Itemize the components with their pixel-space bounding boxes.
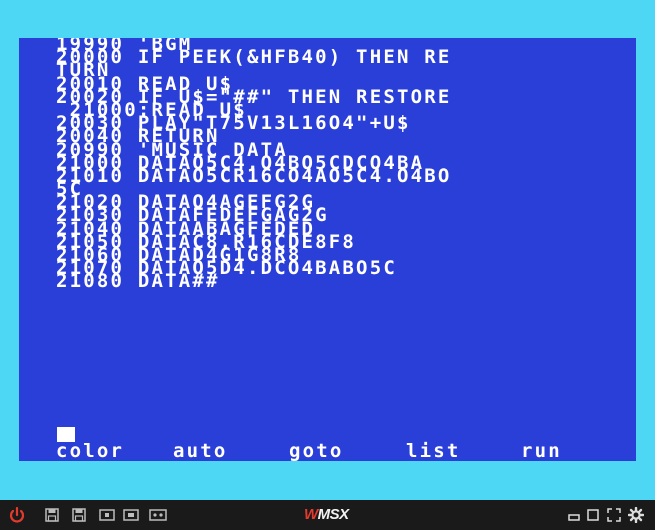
disk-drive-a-icon[interactable] <box>45 507 59 523</box>
code-line: 20000 IF PEEK(&HFB40) THEN RE <box>56 46 452 69</box>
cartridge-slot-1-icon[interactable] <box>99 507 115 523</box>
function-key-bar: color auto goto list run <box>56 441 601 461</box>
msx-screen[interactable]: 19990 'BGM 20000 IF PEEK(&HFB40) THEN RE T… <box>19 38 636 461</box>
msx-logo: WMSX <box>304 506 349 523</box>
cassette-tape-icon[interactable] <box>149 507 167 523</box>
fkey-label-f2: auto <box>173 440 228 461</box>
power-icon[interactable] <box>8 507 26 523</box>
disk-drive-b-icon[interactable] <box>72 507 86 523</box>
code-line: 21010 DATAO5CR16CO4AO5C4.O4BO <box>56 164 452 187</box>
fkey-label-f4: list <box>406 440 461 461</box>
cartridge-slot-2-icon[interactable] <box>123 507 139 523</box>
emulator-toolbar: WMSX <box>0 500 655 530</box>
basic-listing: 19990 'BGM 20000 IF PEEK(&HFB40) THEN RE T… <box>56 38 452 291</box>
fullscreen-icon[interactable] <box>607 507 621 523</box>
fkey-label-f1: color <box>56 440 125 461</box>
fkey-label-f5: run <box>521 440 562 461</box>
restore-window-icon[interactable] <box>587 507 599 523</box>
fkey-label-f3: goto <box>289 440 344 461</box>
settings-gear-icon[interactable] <box>628 507 644 523</box>
minimize-icon[interactable] <box>568 507 580 523</box>
